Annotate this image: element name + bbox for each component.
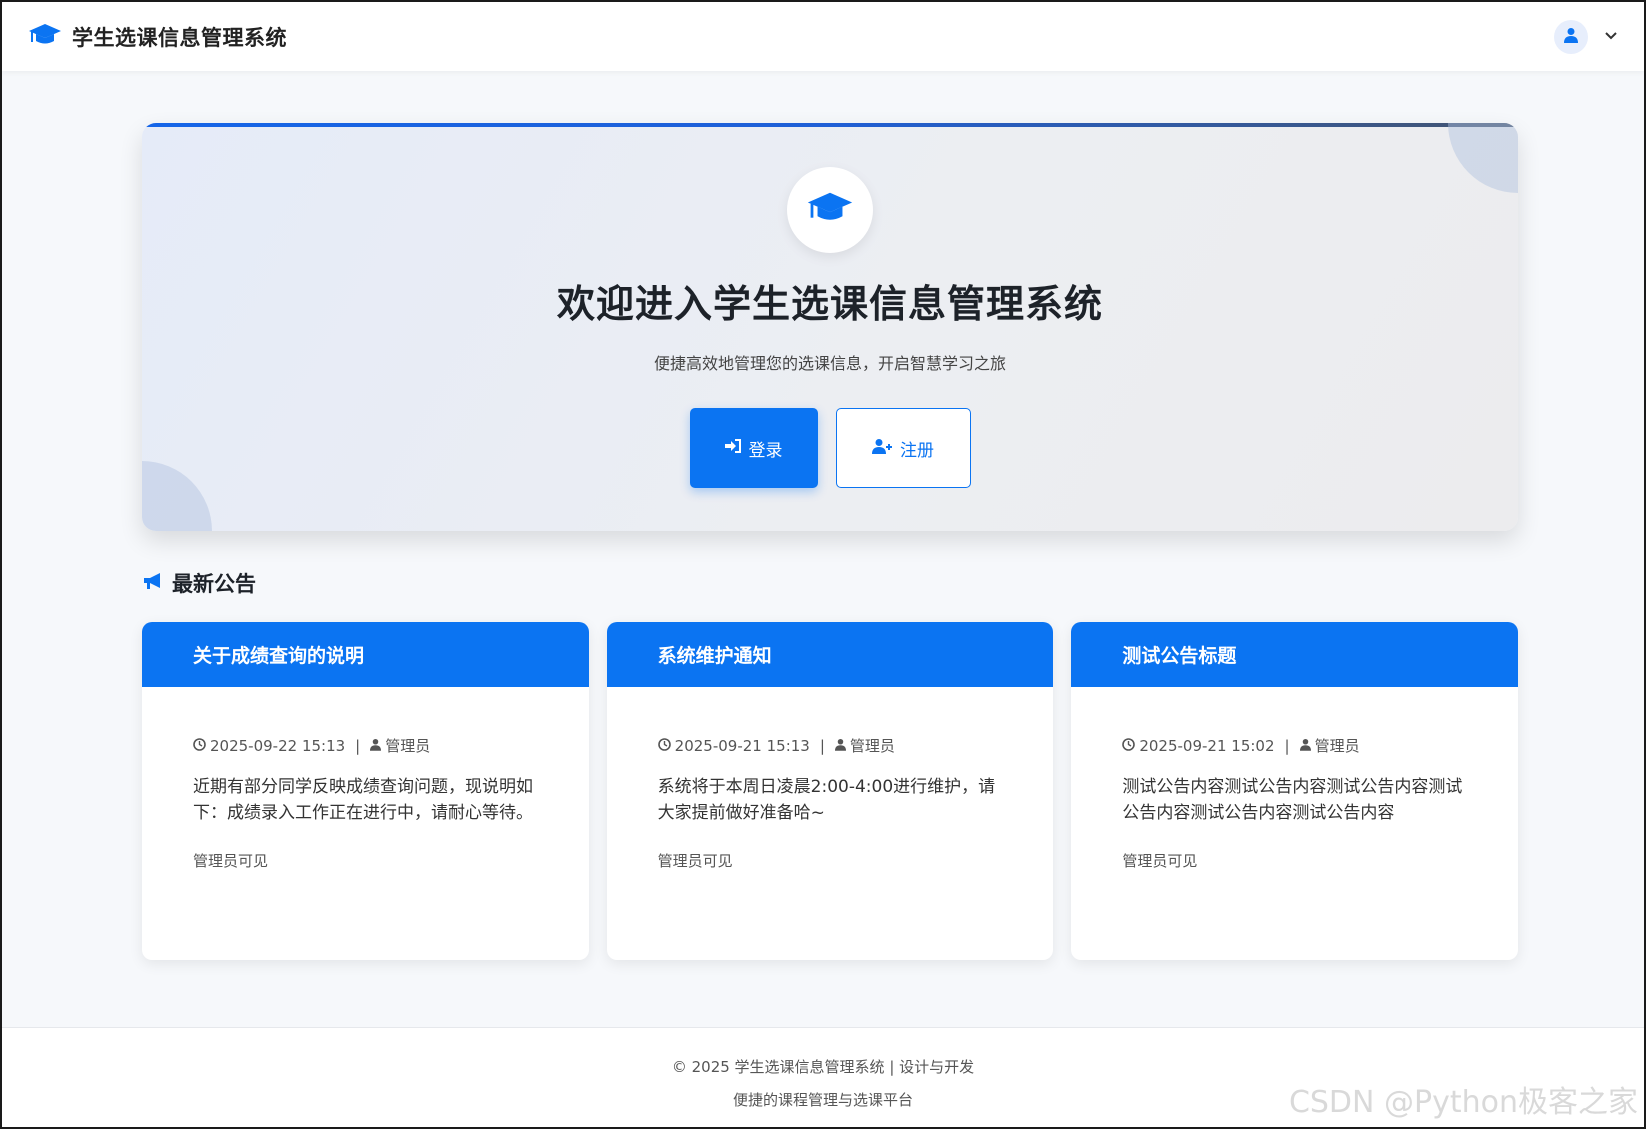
watermark: CSDN @Python极客之家	[1288, 1085, 1638, 1120]
user-icon	[834, 737, 846, 755]
announcement-date: 2025-09-22 15:13	[210, 736, 346, 755]
announcement-title: 测试公告标题	[1071, 622, 1519, 687]
clock-icon	[193, 737, 206, 755]
login-label: 登录	[748, 440, 783, 461]
announcement-author: 管理员	[385, 737, 431, 755]
announcement-content: 近期有部分同学反映成绩查询问题，现说明如下：成绩录入工作正在进行中，请耐心等待。	[193, 777, 533, 823]
announcement-title: 关于成绩查询的说明	[142, 622, 589, 687]
hero-logo	[787, 167, 873, 253]
register-button[interactable]: 注册	[835, 408, 971, 488]
hero-title: 欢迎进入学生选课信息管理系统	[556, 282, 1103, 326]
brand[interactable]: 学生选课信息管理系统	[28, 22, 287, 52]
announcement-meta: 2025-09-22 15:13 | 管理员	[193, 735, 538, 756]
announcement-card[interactable]: 关于成绩查询的说明 2025-09-22 15:13 | 管理员 近期有部分同学…	[142, 622, 589, 960]
announcement-list: 关于成绩查询的说明 2025-09-22 15:13 | 管理员 近期有部分同学…	[142, 622, 1519, 960]
user-icon	[1299, 737, 1311, 755]
graduation-cap-icon	[28, 22, 62, 52]
login-button[interactable]: 登录	[689, 408, 818, 488]
hero-accent-bar	[142, 123, 1518, 127]
user-plus-icon	[872, 438, 892, 459]
announcement-meta: 2025-09-21 15:13 | 管理员	[657, 735, 1003, 756]
register-label: 注册	[900, 440, 934, 461]
sign-in-icon	[724, 438, 741, 458]
divider: |	[1284, 736, 1290, 755]
announcement-author: 管理员	[1314, 737, 1360, 755]
clock-icon	[657, 737, 671, 755]
announcement-visibility: 管理员可见	[1122, 852, 1198, 870]
app-frame: 学生选课信息管理系统 欢迎进入学生选课信息管理系统 便捷高效地管理您的选课信息，…	[0, 0, 1646, 1129]
announcement-visibility: 管理员可见	[193, 852, 269, 870]
chevron-down-icon[interactable]	[1604, 27, 1618, 46]
announcement-author: 管理员	[849, 737, 895, 755]
announcement-meta: 2025-09-21 15:02 | 管理员	[1122, 735, 1467, 756]
hero-subtitle: 便捷高效地管理您的选课信息，开启智慧学习之旅	[653, 354, 1006, 373]
announcement-visibility: 管理员可见	[657, 852, 733, 870]
user-icon	[370, 737, 382, 755]
announcement-card[interactable]: 系统维护通知 2025-09-21 15:13 | 管理员 系统将于本周日凌晨2…	[606, 622, 1054, 960]
announcements-heading: 最新公告	[142, 568, 256, 598]
graduation-cap-icon	[806, 190, 854, 230]
announcement-date: 2025-09-21 15:13	[674, 736, 810, 755]
app-title: 学生选课信息管理系统	[72, 25, 287, 50]
user-icon	[1564, 27, 1578, 47]
announcements-title: 最新公告	[172, 572, 256, 596]
decorative-circle	[1448, 123, 1518, 193]
hero-banner: 欢迎进入学生选课信息管理系统 便捷高效地管理您的选课信息，开启智慧学习之旅 登录	[142, 123, 1518, 531]
bullhorn-icon	[142, 571, 164, 596]
avatar[interactable]	[1554, 19, 1588, 54]
footer-copyright: © 2025 学生选课信息管理系统 | 设计与开发	[671, 1058, 975, 1076]
navbar: 学生选课信息管理系统	[2, 2, 1644, 71]
divider: |	[819, 736, 825, 755]
divider: |	[355, 736, 361, 755]
hero-actions: 登录 注册	[142, 408, 1518, 488]
announcement-content: 测试公告内容测试公告内容测试公告内容测试公告内容测试公告内容测试公告内容	[1122, 777, 1463, 823]
announcement-card[interactable]: 测试公告标题 2025-09-21 15:02 | 管理员 测试公告内容测试公告…	[1071, 622, 1519, 960]
announcement-date: 2025-09-21 15:02	[1139, 736, 1275, 755]
user-menu[interactable]	[1554, 19, 1618, 54]
announcement-content: 系统将于本周日凌晨2:00-4:00进行维护，请大家提前做好准备哈~	[657, 777, 996, 823]
clock-icon	[1122, 737, 1136, 755]
announcement-title: 系统维护通知	[606, 622, 1054, 687]
